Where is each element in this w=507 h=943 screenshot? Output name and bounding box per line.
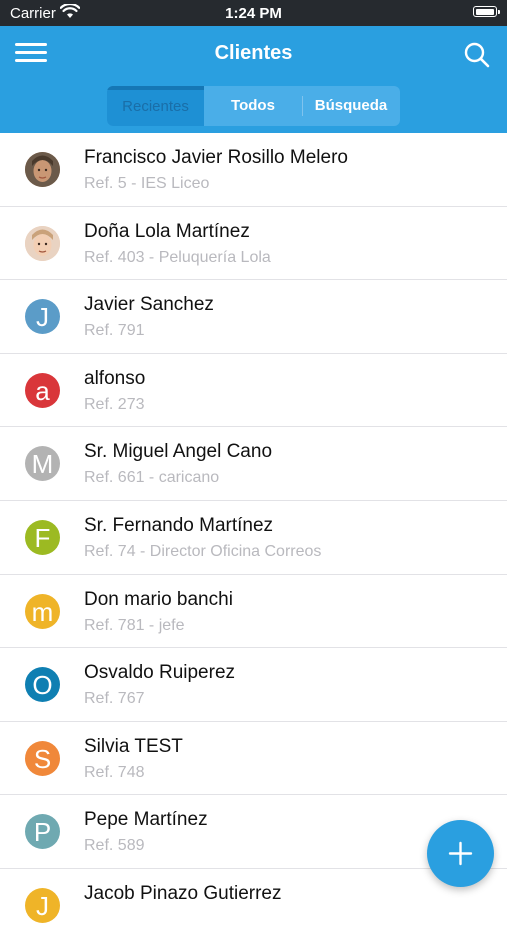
client-name: Don mario banchi — [84, 588, 233, 610]
client-reference: Ref. 589 — [84, 837, 145, 855]
client-name: Jacob Pinazo Gutierrez — [84, 882, 282, 904]
client-row[interactable]: J Javier Sanchez Ref. 791 — [0, 280, 507, 354]
client-avatar: a — [25, 372, 60, 408]
tab-recientes[interactable]: Recientes — [107, 86, 204, 126]
client-reference: Ref. 791 — [84, 322, 145, 340]
client-reference: Ref. 781 - jefe — [84, 616, 185, 634]
client-reference: Ref. 403 - Peluquería Lola — [84, 248, 271, 266]
client-avatar: m — [25, 593, 60, 629]
status-bar: Carrier 1:24 PM — [0, 0, 507, 26]
client-name: Silvia TEST — [84, 735, 183, 757]
client-avatar: S — [25, 740, 60, 776]
client-name: Francisco Javier Rosillo Melero — [84, 147, 348, 168]
client-avatar: P — [25, 814, 60, 850]
client-avatar: J — [25, 887, 60, 923]
navigation-bar: Clientes Recientes Todos Búsqueda — [0, 26, 507, 133]
client-reference: Ref. 767 — [84, 690, 145, 708]
page-title: Clientes — [214, 42, 293, 64]
client-row[interactable]: M Sr. Miguel Angel Cano Ref. 661 - carican… — [0, 427, 507, 501]
tab-todos[interactable]: Todos — [204, 86, 302, 126]
client-reference: Ref. 5 - IES Liceo — [84, 175, 210, 192]
tab-busqueda[interactable]: Búsqueda — [302, 86, 400, 126]
segmented-control: Recientes Todos Búsqueda — [107, 86, 400, 126]
client-name: alfonso — [84, 367, 146, 389]
client-avatar: F — [25, 519, 60, 555]
client-row[interactable]: F Sr. Fernando Martínez Ref. 74 - Director… — [0, 501, 507, 575]
client-avatar-photo — [25, 225, 60, 261]
client-list: Francisco Javier Rosillo Melero Ref. 5 - … — [0, 133, 507, 943]
client-name: Sr. Fernando Martínez — [84, 514, 274, 536]
client-avatar: M — [25, 446, 60, 482]
client-row[interactable]: J Jacob Pinazo Gutierrez — [0, 869, 507, 943]
battery-icon — [473, 6, 500, 17]
client-row[interactable]: S Silvia TEST Ref. 748 — [0, 722, 507, 796]
client-avatar-photo — [25, 152, 60, 187]
client-row[interactable]: a alfonso Ref. 273 — [0, 354, 507, 428]
client-name: Osvaldo Ruiperez — [84, 662, 236, 684]
client-row[interactable]: Francisco Javier Rosillo Melero Ref. 5 - … — [0, 133, 507, 207]
client-name: Pepe Martínez — [84, 809, 208, 831]
client-name: Sr. Miguel Angel Cano — [84, 441, 273, 463]
client-row[interactable]: O Osvaldo Ruiperez Ref. 767 — [0, 648, 507, 722]
client-avatar: J — [25, 299, 60, 335]
client-name: Doña Lola Martínez — [84, 220, 250, 242]
client-row[interactable]: m Don mario banchi Ref. 781 - jefe — [0, 575, 507, 649]
client-reference: Ref. 74 - Director Oficina Correos — [84, 542, 322, 560]
client-reference: Ref. 661 - caricano — [84, 469, 220, 487]
status-time: 1:24 PM — [225, 5, 282, 22]
search-icon[interactable] — [462, 40, 492, 70]
add-client-button[interactable] — [427, 820, 494, 887]
client-row[interactable]: Doña Lola Martínez Ref. 403 - Peluquería … — [0, 207, 507, 281]
client-avatar: O — [25, 667, 60, 703]
plus-icon — [448, 841, 473, 866]
client-reference: Ref. 748 — [84, 763, 145, 781]
client-name: Javier Sanchez — [84, 294, 214, 316]
client-reference: Ref. 273 — [84, 395, 145, 413]
